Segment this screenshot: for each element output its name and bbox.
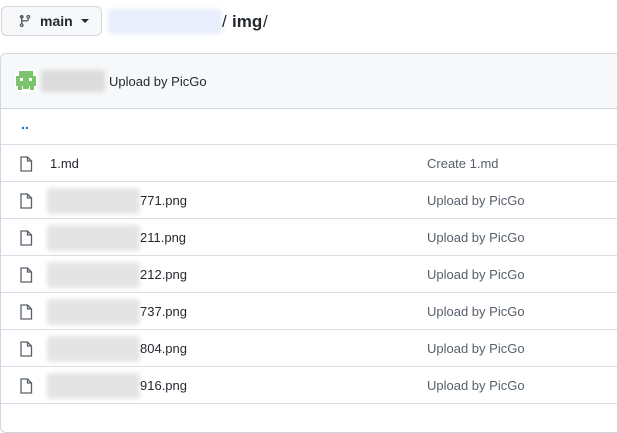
repo-header: main / img / [0,0,617,44]
file-row[interactable]: 737.png Upload by PicGo [1,293,617,330]
file-commit-message[interactable]: Upload by PicGo [427,341,525,356]
file-name-redacted [47,373,140,399]
branch-selector-button[interactable]: main [1,6,102,36]
file-name-link[interactable]: 211.png [140,230,186,245]
file-name-link[interactable]: 804.png [140,341,187,356]
file-name-redacted [47,299,140,325]
file-icon [19,193,33,209]
breadcrumb-separator: / [222,12,227,31]
latest-commit-message[interactable]: Upload by PicGo [109,74,207,89]
file-name-link[interactable]: 212.png [140,267,187,282]
parent-directory-link[interactable]: .. [21,116,29,132]
git-branch-icon [18,14,32,28]
file-commit-message[interactable]: Create 1.md [427,156,499,171]
file-commit-message[interactable]: Upload by PicGo [427,304,525,319]
file-commit-message[interactable]: Upload by PicGo [427,193,525,208]
file-icon [19,378,33,394]
parent-directory-row[interactable]: .. [1,108,617,145]
file-icon [19,267,33,283]
file-name-redacted [47,262,140,288]
breadcrumb-separator-trailing: / [263,12,268,31]
commit-author-redacted[interactable] [41,70,105,92]
file-name-link[interactable]: 916.png [140,378,187,393]
branch-label: main [40,13,73,29]
file-row[interactable]: 1.md Create 1.md [1,145,617,182]
chevron-down-icon [80,19,89,23]
avatar[interactable] [15,70,37,92]
file-name-link[interactable]: 1.md [50,156,79,171]
file-name-redacted [47,336,140,362]
file-row[interactable]: 916.png Upload by PicGo [1,367,617,404]
file-commit-message[interactable]: Upload by PicGo [427,230,525,245]
breadcrumb-current: img [232,12,263,31]
file-commit-message[interactable]: Upload by PicGo [427,378,525,393]
file-icon [19,304,33,320]
file-row[interactable]: 212.png Upload by PicGo [1,256,617,293]
repo-name-redacted[interactable] [108,9,222,34]
file-list: Upload by PicGo .. 1.md Create 1.md 771.pn… [0,53,617,433]
file-icon [19,341,33,357]
file-icon [19,156,33,172]
file-name-link[interactable]: 771.png [140,193,187,208]
latest-commit-header: Upload by PicGo [1,54,617,109]
file-name-redacted [47,188,140,214]
file-commit-message[interactable]: Upload by PicGo [427,267,525,282]
file-row[interactable]: 804.png Upload by PicGo [1,330,617,367]
file-name-redacted [47,225,140,251]
file-row[interactable]: 211.png Upload by PicGo [1,219,617,256]
file-icon [19,230,33,246]
file-row[interactable]: 771.png Upload by PicGo [1,182,617,219]
file-name-link[interactable]: 737.png [140,304,187,319]
